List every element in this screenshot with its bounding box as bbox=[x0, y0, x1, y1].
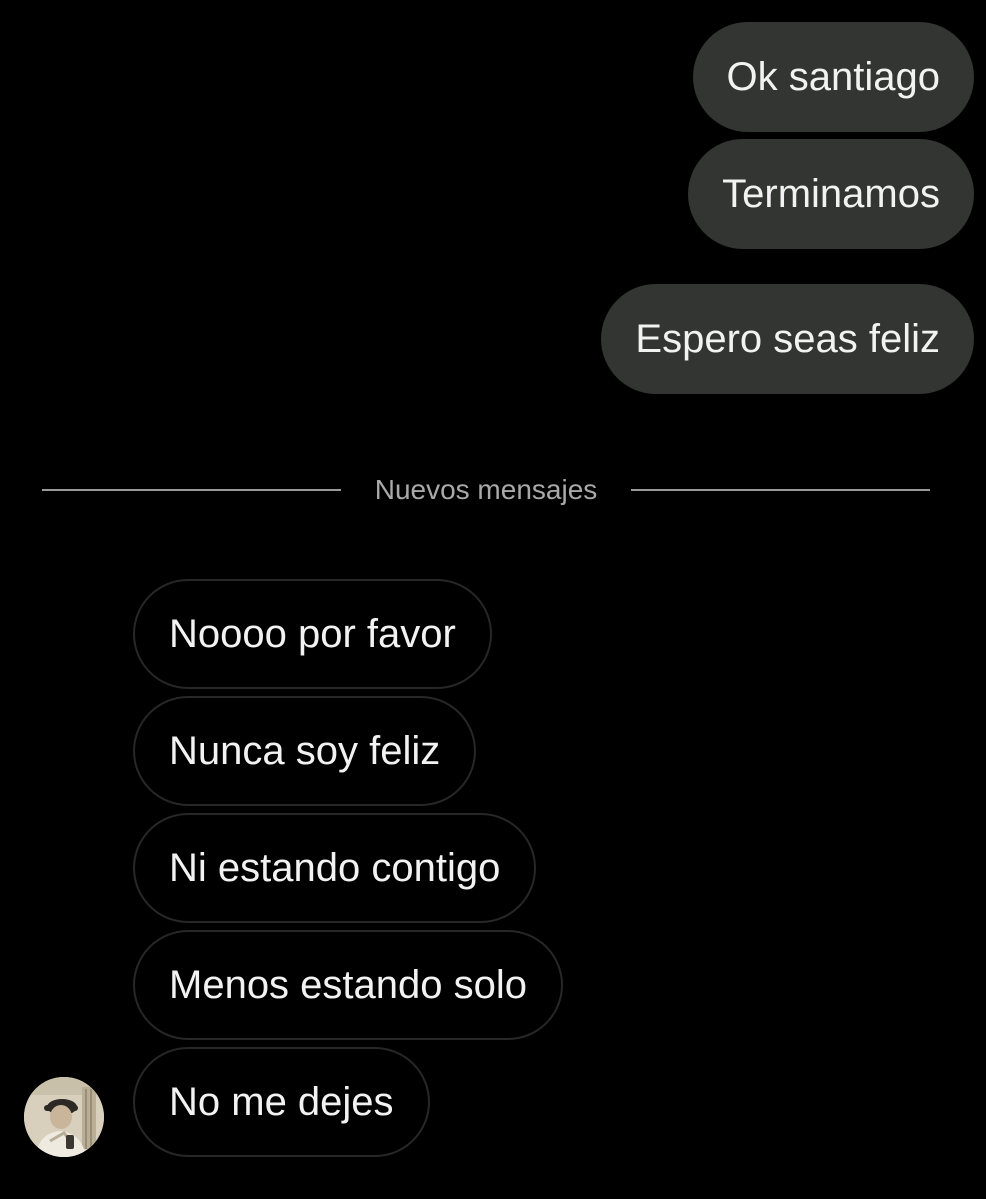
received-message[interactable]: No me dejes bbox=[133, 1047, 430, 1157]
message-text: Nunca soy feliz bbox=[169, 728, 441, 773]
avatar[interactable] bbox=[24, 1077, 104, 1157]
sent-message[interactable]: Terminamos bbox=[688, 139, 974, 249]
sent-message[interactable]: Ok santiago bbox=[692, 22, 974, 132]
message-text: Espero seas feliz bbox=[635, 316, 940, 361]
divider-line-left bbox=[42, 489, 341, 491]
message-text: Noooo por favor bbox=[169, 611, 456, 656]
new-messages-label: Nuevos mensajes bbox=[374, 474, 598, 505]
message-text: Terminamos bbox=[722, 171, 940, 216]
message-text: Ok santiago bbox=[726, 54, 940, 99]
message-text: Ni estando contigo bbox=[169, 845, 501, 890]
received-message[interactable]: Noooo por favor bbox=[133, 579, 492, 689]
message-text: No me dejes bbox=[169, 1079, 394, 1124]
new-messages-divider: Nuevos mensajes bbox=[42, 462, 930, 518]
message-text: Menos estando solo bbox=[169, 962, 528, 1007]
sent-message[interactable]: Espero seas feliz bbox=[601, 284, 974, 394]
received-message[interactable]: Ni estando contigo bbox=[133, 813, 537, 923]
received-message[interactable]: Menos estando solo bbox=[133, 930, 564, 1040]
profile-photo-icon bbox=[24, 1077, 104, 1157]
divider-line-right bbox=[631, 489, 930, 491]
received-message[interactable]: Nunca soy feliz bbox=[133, 696, 477, 806]
chat-thread: Ok santiago Terminamos Espero seas feliz… bbox=[0, 0, 986, 1199]
